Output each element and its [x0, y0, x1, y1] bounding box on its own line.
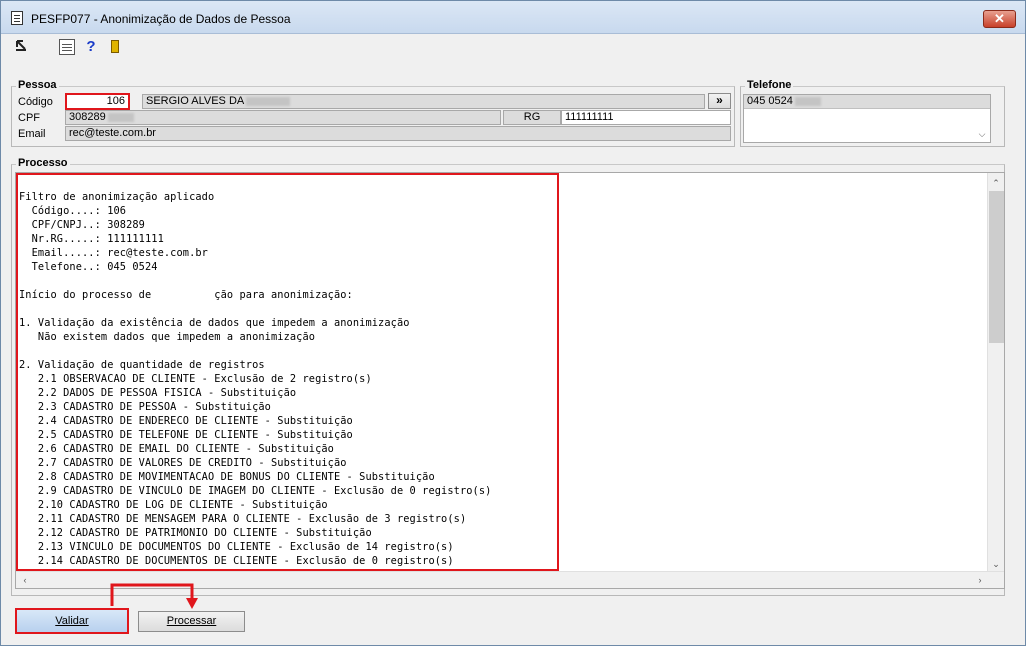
telefone-scroll-down-icon[interactable]: ⌵	[974, 126, 990, 142]
toolbar: ?	[11, 39, 311, 59]
redacted-telefone	[794, 96, 821, 106]
email-field: rec@teste.com.br	[65, 126, 731, 141]
processo-group-label: Processo	[16, 157, 70, 169]
log-line: 2.2 DADOS DE PESSOA FISICA - Substituiçã…	[19, 387, 297, 399]
log-line: 2.10 CADASTRO DE LOG DE CLIENTE - Substi…	[19, 499, 328, 511]
scroll-down-icon[interactable]: ⌄	[988, 556, 1004, 572]
email-label: Email	[18, 128, 46, 140]
document-icon	[11, 11, 23, 25]
annotation-arrow	[110, 583, 198, 609]
cpf-value: 308289	[69, 111, 106, 123]
nome-field: SERGIO ALVES DA	[142, 94, 705, 109]
processar-label: Processar	[166, 615, 217, 627]
scroll-up-icon[interactable]: ⌃	[988, 175, 1004, 191]
search-person-button[interactable]: »	[708, 93, 731, 109]
window-title: PESFP077 - Anonimização de Dados de Pess…	[31, 12, 291, 26]
scroll-right-icon[interactable]: ›	[972, 572, 988, 588]
validar-label: Validar	[55, 615, 89, 627]
rg-label-box: RG	[503, 110, 561, 125]
telefone-value: 045 0524	[747, 95, 793, 107]
log-line: Filtro de anonimização aplicado	[19, 191, 215, 203]
log-line: 2.11 CADASTRO DE MENSAGEM PARA O CLIENTE…	[19, 513, 467, 525]
rg-label: RG	[523, 111, 541, 123]
log-line: CPF/CNPJ..: 308289	[19, 219, 145, 231]
codigo-label: Código	[18, 96, 53, 108]
log-line: 2.4 CADASTRO DE ENDERECO DE CLIENTE - Su…	[19, 415, 353, 427]
log-line: 2.6 CADASTRO DE EMAIL DO CLIENTE - Subst…	[19, 443, 334, 455]
cpf-label: CPF	[18, 112, 40, 124]
exit-icon[interactable]	[107, 39, 123, 55]
log-line: 1. Validação da existência de dados que …	[19, 317, 410, 329]
log-line: 2.1 OBSERVACAO DE CLIENTE - Exclusão de …	[19, 373, 372, 385]
rg-value: 111111111	[565, 111, 614, 123]
log-line: Email.....: rec@teste.com.br	[19, 247, 208, 259]
title-bar: PESFP077 - Anonimização de Dados de Pess…	[1, 1, 1025, 34]
log-line: Nr.RG.....: 111111111	[19, 233, 164, 245]
arrow-icon[interactable]	[13, 39, 29, 55]
log-line: 2.13 VINCULO DE DOCUMENTOS DO CLIENTE - …	[19, 541, 454, 553]
log-line: 2.14 CADASTRO DE DOCUMENTOS DE CLIENTE -…	[19, 555, 454, 567]
log-line: Início do processo de ção para anonimiza…	[19, 289, 353, 301]
log-line: 2.7 CADASTRO DE VALORES DE CREDITO - Sub…	[19, 457, 347, 469]
help-icon[interactable]: ?	[83, 39, 99, 55]
calendar-icon[interactable]	[59, 39, 75, 55]
telefone-list[interactable]: 045 0524 ⌵	[743, 94, 991, 143]
scroll-thumb[interactable]	[989, 191, 1004, 343]
log-line: 2.3 CADASTRO DE PESSOA - Substituição	[19, 401, 271, 413]
rg-field: 111111111	[561, 110, 731, 125]
codigo-field[interactable]: 106	[65, 93, 130, 110]
process-log[interactable]: Filtro de anonimização aplicado Código..…	[15, 172, 1005, 589]
telefone-group-label: Telefone	[745, 79, 794, 91]
scroll-left-icon[interactable]: ‹	[17, 572, 33, 588]
log-line: 2.9 CADASTRO DE VINCULO DE IMAGEM DO CLI…	[19, 485, 492, 497]
log-line: 2. Validação de quantidade de registros	[19, 359, 265, 371]
log-line: 2.8 CADASTRO DE MOVIMENTACAO DE BONUS DO…	[19, 471, 435, 483]
redacted-cpf	[107, 112, 134, 122]
pessoa-group-label: Pessoa	[16, 79, 59, 91]
cpf-field: 308289	[65, 110, 501, 125]
close-button[interactable]: ✕	[983, 10, 1016, 28]
log-line: Código....: 106	[19, 205, 127, 217]
log-line: Telefone..: 045 0524	[19, 261, 158, 273]
app-window: PESFP077 - Anonimização de Dados de Pess…	[0, 0, 1026, 646]
log-line: Não existem dados que impedem a anonimiz…	[19, 331, 316, 343]
email-value: rec@teste.com.br	[69, 127, 156, 139]
redacted-name	[246, 96, 291, 106]
codigo-value: 106	[106, 95, 125, 107]
log-line: 2.5 CADASTRO DE TELEFONE DE CLIENTE - Su…	[19, 429, 353, 441]
nome-value: SERGIO ALVES DA	[146, 95, 245, 107]
log-line: 2.12 CADASTRO DE PATRIMONIO DO CLIENTE -…	[19, 527, 372, 539]
vertical-scrollbar[interactable]: ⌃ ⌄	[987, 173, 1004, 572]
